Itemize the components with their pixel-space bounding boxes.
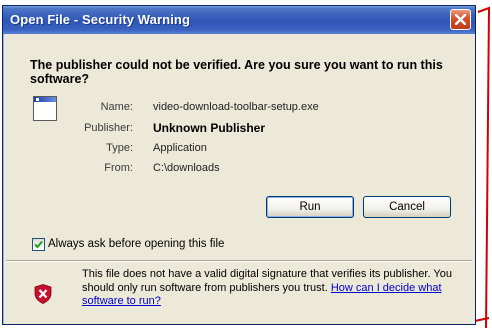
name-value: video-download-toolbar-setup.exe — [153, 101, 319, 113]
name-label: Name: — [100, 101, 133, 113]
type-label: Type: — [106, 142, 133, 154]
publisher-question: The publisher could not be verified. Are… — [30, 58, 443, 86]
always-ask-checkbox[interactable] — [32, 238, 45, 251]
security-warning-dialog: Open File - Security Warning The publish… — [2, 5, 476, 325]
publisher-value: Unknown Publisher — [153, 121, 266, 135]
window-title: Open File - Security Warning — [10, 12, 191, 27]
shield-warning-icon — [34, 284, 52, 304]
cancel-button[interactable]: Cancel — [363, 196, 451, 218]
dialog-body: The publisher could not be verified. Are… — [6, 34, 472, 321]
from-value: C:\downloads — [153, 162, 220, 174]
close-icon — [455, 14, 466, 25]
title-bar: Open File - Security Warning — [3, 6, 475, 34]
warning-message: This file does not have a valid digital … — [82, 268, 462, 309]
type-value: Application — [153, 142, 207, 154]
checkmark-icon — [34, 240, 43, 249]
from-label: From: — [104, 162, 133, 174]
run-button[interactable]: Run — [266, 196, 354, 218]
close-button[interactable] — [450, 9, 471, 30]
always-ask-label: Always ask before opening this file — [48, 238, 225, 250]
publisher-label: Publisher: — [84, 122, 133, 134]
divider — [6, 260, 472, 262]
